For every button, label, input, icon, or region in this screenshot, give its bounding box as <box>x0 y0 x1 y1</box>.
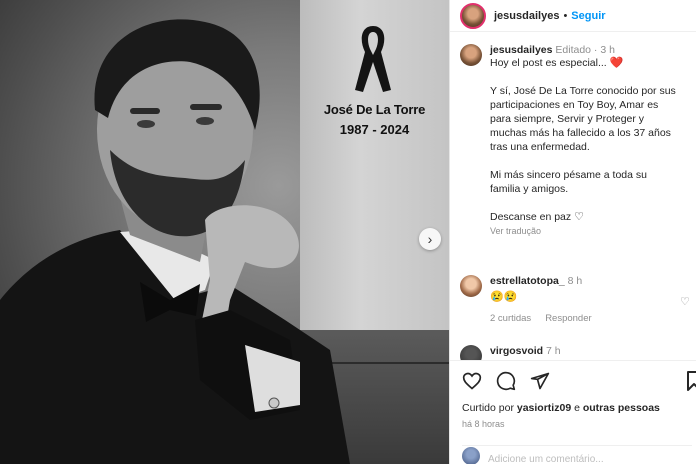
share-icon[interactable] <box>530 371 550 391</box>
caption-line: para siempre, Servir y Proteger y <box>490 113 645 125</box>
post-header: jesusdailyes • Seguir <box>450 0 696 32</box>
comment-username[interactable]: virgosvoid <box>490 345 543 357</box>
follow-button[interactable]: Seguir <box>571 10 605 22</box>
caption-avatar[interactable] <box>460 44 482 66</box>
comment-like-icon[interactable]: ♡ <box>680 295 690 308</box>
caption-line: Y sí, José De La Torre conocido por sus <box>490 85 676 97</box>
white-heart-icon: ♡ <box>574 211 584 223</box>
add-comment-row: Adicione um comentário... <box>462 445 692 464</box>
caption-line: Descanse en paz ♡ <box>490 211 584 223</box>
post-actions: Curtido por yasiortiz09 e outras pessoas… <box>450 360 696 464</box>
caption-line: Hoy el post es especial... ❤️ <box>490 57 624 69</box>
separator-dot: • <box>563 9 568 22</box>
comment-icon[interactable] <box>496 371 516 391</box>
post-sidebar: jesusdailyes • Seguir jesusdailyes Edita… <box>449 0 696 464</box>
portrait-figure <box>0 19 350 464</box>
comment-text: 😢😢 <box>490 291 518 303</box>
chevron-right-icon: › <box>427 231 433 247</box>
avatar[interactable] <box>460 2 486 29</box>
caption-line: participaciones en Toy Boy, Amar es <box>490 99 659 111</box>
liked-by-text: Curtido por yasiortiz09 e outras pessoas <box>462 402 660 414</box>
comment-likes[interactable]: 2 curtidas <box>490 313 531 324</box>
reply-button[interactable]: Responder <box>545 313 591 324</box>
heart-emoji-icon: ❤️ <box>609 57 624 69</box>
bookmark-icon[interactable] <box>687 371 696 391</box>
caption-line: Mi más sincero pésame a toda su <box>490 169 647 181</box>
caption-line: tras una enfermedad. <box>490 141 590 153</box>
add-comment-input[interactable]: Adicione um comentário... <box>488 454 604 464</box>
user-avatar <box>462 447 480 464</box>
caption-username[interactable]: jesusdailyes <box>490 44 552 56</box>
liked-by-others[interactable]: outras pessoas <box>583 402 660 414</box>
comment-item: estrellatotopa_ 8 h 😢😢 2 curtidas Respon… <box>460 275 696 324</box>
comment-time: 7 h <box>546 345 561 357</box>
comment-avatar[interactable] <box>460 275 482 297</box>
comment-username[interactable]: estrellatotopa_ <box>490 275 565 287</box>
comment-time: 8 h <box>567 275 583 287</box>
translate-link[interactable]: Ver tradução <box>490 226 690 236</box>
caption-meta: Editado · 3 h <box>555 44 615 56</box>
caption-line: muchas más ha fallecido a los 37 años <box>490 127 671 139</box>
post-time: há 8 horas <box>462 419 505 429</box>
post-caption: jesusdailyes Editado · 3 h Hoy el post e… <box>460 44 692 236</box>
carousel-next-button[interactable]: › <box>419 228 441 250</box>
heart-icon[interactable] <box>462 371 482 391</box>
post-image[interactable]: José De La Torre 1987 - 2024 › <box>0 0 449 464</box>
header-username[interactable]: jesusdailyes <box>494 10 559 22</box>
liked-by-user[interactable]: yasiortiz09 <box>517 402 571 414</box>
caption-line: familia y amigos. <box>490 183 569 195</box>
